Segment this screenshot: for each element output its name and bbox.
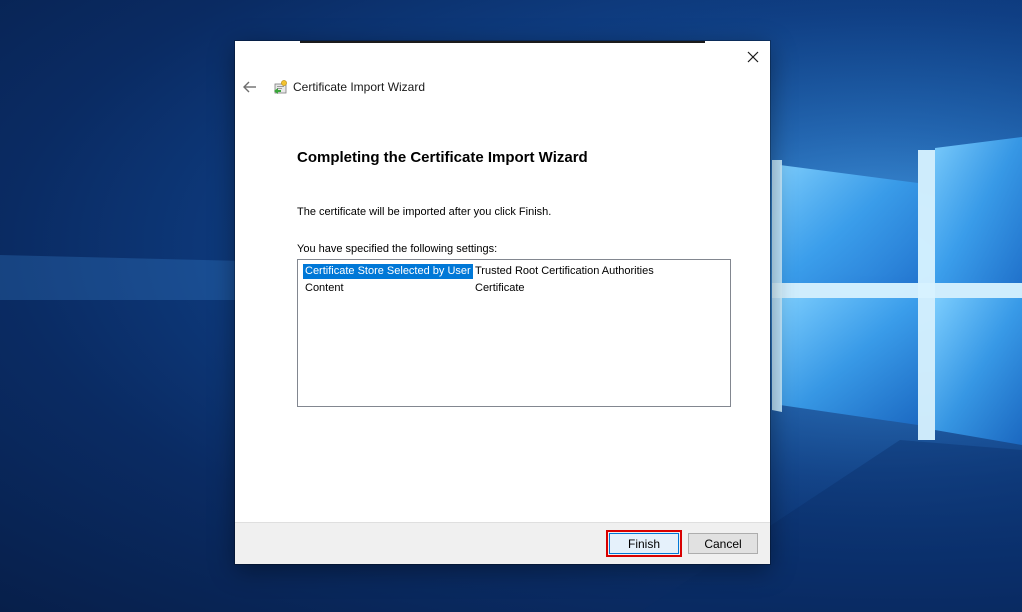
dialog-footer: Finish Cancel	[235, 522, 770, 564]
settings-list[interactable]: Certificate Store Selected by User Trust…	[297, 259, 731, 407]
close-button[interactable]	[736, 41, 770, 73]
close-icon	[747, 51, 759, 63]
settings-value: Certificate	[475, 282, 525, 294]
cancel-button[interactable]: Cancel	[688, 533, 758, 554]
back-arrow-icon	[243, 81, 256, 93]
info-text: The certificate will be imported after y…	[297, 206, 552, 218]
finish-button[interactable]: Finish	[609, 533, 679, 554]
settings-label: You have specified the following setting…	[297, 243, 498, 255]
settings-value: Trusted Root Certification Authorities	[475, 265, 654, 277]
titlebar-strip	[300, 41, 705, 43]
settings-key: Content	[305, 282, 344, 294]
wizard-title: Certificate Import Wizard	[293, 80, 426, 94]
certificate-wizard-icon	[274, 80, 287, 94]
back-button[interactable]	[241, 79, 259, 95]
settings-key: Certificate Store Selected by User	[303, 264, 473, 279]
certificate-import-wizard-dialog: Certificate Import Wizard Completing the…	[235, 41, 770, 564]
page-heading: Completing the Certificate Import Wizard	[297, 149, 588, 166]
